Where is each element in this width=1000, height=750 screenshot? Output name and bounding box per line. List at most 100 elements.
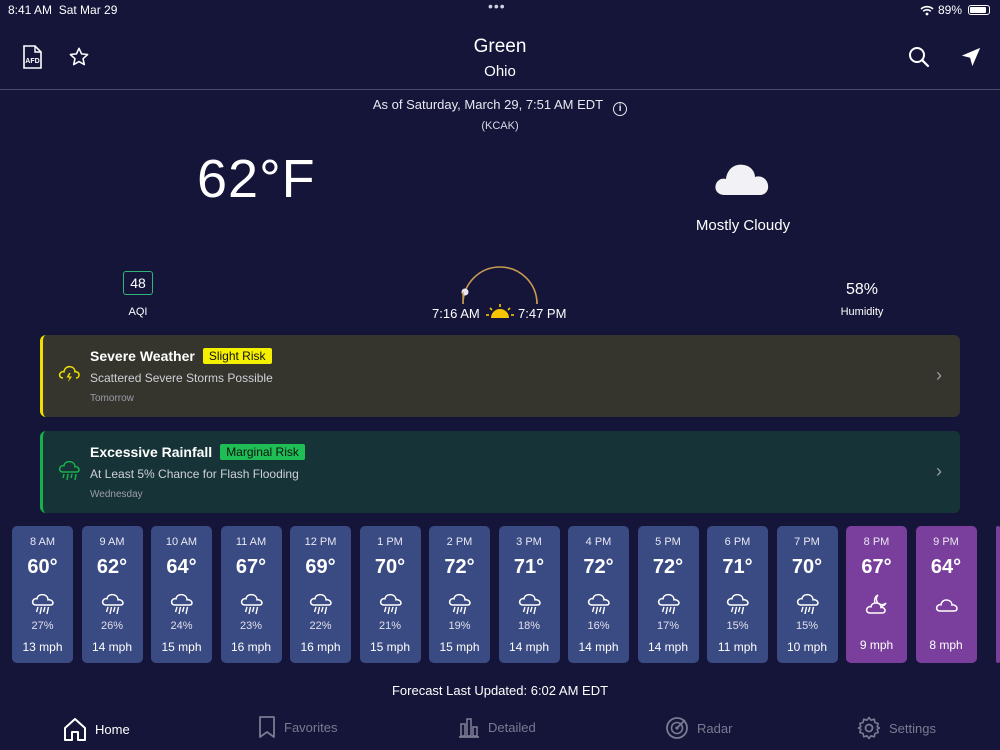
hour-time: 8 AM bbox=[29, 536, 56, 548]
cloud-icon bbox=[713, 157, 771, 202]
hour-wind: 15 mph bbox=[439, 640, 480, 654]
hour-card[interactable]: 6 PM 71° 15% 11 mph bbox=[707, 526, 768, 663]
risk-badge: Marginal Risk bbox=[220, 444, 305, 460]
hour-time: 9 PM bbox=[933, 536, 959, 548]
current-temperature: 62°F bbox=[197, 149, 316, 209]
rain-cloud-icon bbox=[58, 460, 80, 486]
hour-time: 1 PM bbox=[377, 536, 403, 548]
tab-bar: Home Favorites Detailed Radar Settings bbox=[0, 708, 1000, 750]
hour-card[interactable]: 1 PM 70° 21% 15 mph bbox=[359, 526, 421, 663]
hour-wind: 13 mph bbox=[22, 640, 63, 654]
rain-icon bbox=[100, 593, 126, 620]
alert-title: Severe Weather Slight Risk bbox=[90, 348, 272, 364]
hour-wind: 14 mph bbox=[91, 640, 133, 654]
hour-card[interactable]: 8 AM 60° 27% 13 mph bbox=[12, 526, 73, 663]
hour-temperature: 67° bbox=[235, 556, 267, 578]
hour-wind: 15 mph bbox=[369, 640, 411, 654]
excessive-rainfall-alert[interactable]: Excessive Rainfall Marginal Risk At Least… bbox=[40, 431, 960, 513]
hour-card[interactable]: 9 PM 64° 8 mph bbox=[915, 526, 977, 663]
hour-card[interactable]: 2 PM 72° 19% 15 mph bbox=[429, 526, 490, 663]
tab-settings[interactable]: Settings bbox=[857, 716, 936, 740]
station-id: (KCAK) bbox=[481, 120, 519, 132]
hour-time: 12 PM bbox=[304, 536, 337, 548]
hour-precip-chance: 23% bbox=[239, 620, 263, 632]
header: AFD Green Ohio bbox=[0, 28, 1000, 90]
hour-wind: 10 mph bbox=[786, 640, 828, 654]
tab-home[interactable]: Home bbox=[63, 716, 130, 742]
hour-precip-chance: 19% bbox=[448, 620, 471, 632]
bar-chart-icon bbox=[459, 718, 479, 738]
hour-temperature: 64° bbox=[166, 556, 197, 578]
hour-temperature: 71° bbox=[513, 556, 545, 578]
rain-icon bbox=[447, 593, 473, 620]
hour-wind: 16 mph bbox=[300, 640, 341, 654]
hour-time: 2 PM bbox=[446, 536, 473, 548]
hour-precip-chance: 26% bbox=[100, 620, 124, 632]
hour-temperature: 70° bbox=[791, 556, 823, 578]
search-icon[interactable] bbox=[906, 44, 932, 70]
hour-temperature: 70° bbox=[374, 556, 406, 578]
tab-label: Radar bbox=[697, 720, 733, 736]
hour-precip-chance: 15% bbox=[726, 620, 749, 632]
hour-card[interactable]: 9 AM 62° 26% 14 mph bbox=[81, 526, 143, 663]
aqi-label: AQI bbox=[128, 306, 148, 318]
next-hour-card-edge[interactable] bbox=[996, 526, 1000, 663]
tab-detailed[interactable]: Detailed bbox=[458, 716, 536, 738]
hour-temperature: 62° bbox=[96, 556, 128, 578]
hour-wind: 14 mph bbox=[508, 640, 550, 654]
status-right: 89% bbox=[920, 3, 990, 17]
hour-time: 6 PM bbox=[724, 536, 751, 548]
partly-cloudy-night-icon bbox=[864, 593, 890, 620]
chevron-right-icon: › bbox=[936, 461, 942, 481]
state-name: Ohio bbox=[484, 63, 516, 80]
hour-temperature: 69° bbox=[305, 556, 336, 578]
hour-time: 9 AM bbox=[99, 536, 125, 548]
wifi-icon bbox=[920, 5, 934, 15]
hour-time: 3 PM bbox=[516, 536, 542, 548]
severe-weather-alert[interactable]: Severe Weather Slight Risk Scattered Seve… bbox=[40, 335, 960, 417]
humidity-value: 58% bbox=[845, 281, 879, 298]
hour-wind: 14 mph bbox=[647, 640, 689, 654]
hour-card[interactable]: 10 AM 64° 24% 15 mph bbox=[151, 526, 212, 663]
status-time: 8:41 AM Sat Mar 29 bbox=[8, 3, 118, 17]
hour-card[interactable]: 7 PM 70° 15% 10 mph bbox=[776, 526, 838, 663]
hour-time: 7 PM bbox=[794, 536, 820, 548]
tab-label: Settings bbox=[889, 720, 936, 736]
hour-precip-chance: 18% bbox=[517, 620, 541, 632]
hourly-forecast[interactable]: 9 PM 64° 8 mph 8 PM 67° 9 mph 7 PM 70° 15% 10 mph… bbox=[12, 526, 1000, 664]
chevron-right-icon: › bbox=[936, 365, 942, 385]
hour-temperature: 72° bbox=[444, 556, 475, 578]
location-arrow-icon[interactable] bbox=[958, 44, 984, 70]
home-icon bbox=[64, 718, 86, 741]
tab-favorites[interactable]: Favorites bbox=[258, 716, 337, 738]
hour-card[interactable]: 5 PM 72° 17% 14 mph bbox=[637, 526, 699, 663]
city-name: Green bbox=[473, 36, 527, 57]
hour-precip-chance: 17% bbox=[656, 620, 680, 632]
aqi-value[interactable]: 48 bbox=[123, 271, 153, 295]
multitasking-dots[interactable]: ••• bbox=[488, 0, 506, 14]
info-icon[interactable]: i bbox=[613, 102, 628, 116]
lightning-cloud-icon bbox=[58, 365, 80, 388]
hour-wind: 15 mph bbox=[161, 640, 202, 654]
tab-label: Detailed bbox=[488, 719, 536, 735]
sunset-time: 7:47 PM bbox=[518, 306, 567, 321]
sunrise-time: 7:16 AM bbox=[432, 306, 480, 321]
hour-card[interactable]: 11 AM 67° 23% 16 mph bbox=[220, 526, 282, 663]
hour-card[interactable]: 4 PM 72° 16% 14 mph bbox=[568, 526, 629, 663]
alert-subtitle: At Least 5% Chance for Flash Flooding bbox=[90, 467, 299, 481]
hour-wind: 14 mph bbox=[578, 640, 619, 654]
tab-label: Favorites bbox=[284, 719, 338, 735]
tab-radar[interactable]: Radar bbox=[665, 716, 732, 740]
rain-icon bbox=[795, 593, 821, 620]
hour-card[interactable]: 8 PM 67° 9 mph bbox=[846, 526, 907, 663]
hour-temperature: 60° bbox=[27, 556, 58, 578]
forecast-updated: Forecast Last Updated: 6:02 AM EDT bbox=[391, 683, 609, 698]
alert-subtitle: Scattered Severe Storms Possible bbox=[90, 371, 273, 385]
hour-card[interactable]: 12 PM 69° 22% 16 mph bbox=[290, 526, 351, 663]
hour-time: 10 AM bbox=[165, 536, 198, 548]
radar-icon bbox=[666, 717, 688, 739]
hour-card[interactable]: 3 PM 71° 18% 14 mph bbox=[498, 526, 560, 663]
cloudy-night-icon bbox=[934, 593, 960, 620]
hour-precip-chance: 21% bbox=[378, 620, 402, 632]
hour-wind: 16 mph bbox=[230, 640, 272, 654]
